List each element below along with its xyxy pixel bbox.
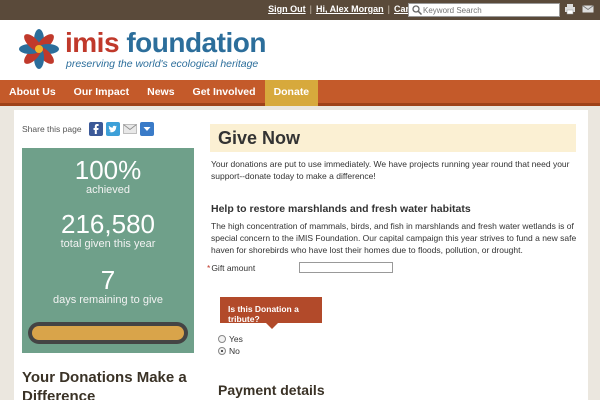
nav-item-news[interactable]: News — [138, 80, 183, 106]
main-nav: About Us Our Impact News Get Involved Do… — [0, 80, 600, 106]
print-icon[interactable] — [564, 3, 576, 15]
percent-label: achieved — [85, 184, 131, 196]
separator: | — [387, 4, 390, 14]
logo-flower-icon[interactable] — [18, 28, 60, 70]
radio-yes[interactable] — [218, 335, 226, 343]
donations-heading: Your Donations Make a Difference — [22, 369, 187, 400]
search-input[interactable] — [423, 5, 553, 15]
share-bar: Share this page — [22, 122, 154, 136]
brand-tagline: preserving the world's ecological herita… — [66, 58, 259, 70]
total-label: total given this year — [60, 238, 156, 250]
gift-amount-label: * Gift amount — [207, 263, 255, 273]
utility-icons — [564, 3, 594, 15]
nav-item-get-involved[interactable]: Get Involved — [184, 80, 265, 106]
share-label: Share this page — [22, 124, 82, 134]
email-icon[interactable] — [122, 122, 137, 136]
radio-no[interactable] — [218, 347, 226, 355]
days-label: days remaining to give — [52, 294, 164, 306]
required-marker: * — [207, 263, 211, 273]
total-stat: 216,580 total given this year — [22, 210, 194, 250]
search-icon[interactable] — [411, 4, 423, 16]
sign-out-link[interactable]: Sign Out — [268, 4, 306, 14]
user-greeting-link[interactable]: Hi, Alex Morgan — [316, 4, 384, 14]
top-utility-bar: Sign Out | Hi, Alex Morgan | Cart — [0, 0, 600, 20]
total-value: 216,580 — [61, 209, 155, 239]
tribute-option-yes[interactable]: Yes — [218, 334, 243, 344]
days-stat: 7 days remaining to give — [22, 266, 194, 306]
tribute-option-no[interactable]: No — [218, 346, 240, 356]
percent-value: 100% — [74, 155, 142, 185]
brand-name[interactable]: imis foundation — [65, 27, 266, 59]
search-box — [408, 3, 560, 17]
gift-amount-text: Gift amount — [211, 263, 256, 273]
radio-no-label: No — [229, 346, 240, 356]
facebook-icon[interactable] — [88, 122, 103, 136]
radio-yes-label: Yes — [229, 334, 243, 344]
more-icon[interactable] — [139, 122, 154, 136]
twitter-icon[interactable] — [105, 122, 120, 136]
progress-fill — [32, 326, 184, 340]
page-title: Give Now — [210, 124, 576, 152]
days-value: 7 — [100, 265, 116, 295]
campaign-heading: Help to restore marshlands and fresh wat… — [211, 203, 471, 215]
percent-stat: 100% achieved — [22, 156, 194, 196]
fundraising-stats: 100% achieved 216,580 total given this y… — [22, 148, 194, 353]
separator: | — [309, 4, 312, 14]
tribute-question-label: Is this Donation a tribute? — [220, 297, 322, 329]
gift-amount-input[interactable] — [299, 262, 393, 273]
campaign-description: The high concentration of mammals, birds… — [211, 221, 577, 255]
site-header: imis foundation preserving the world's e… — [0, 20, 600, 80]
content-panel: Share this page 100% achieved 216,580 to… — [14, 110, 588, 400]
brand-name-part2: foundation — [126, 27, 266, 58]
email-icon[interactable] — [582, 3, 594, 15]
nav-item-about-us[interactable]: About Us — [0, 80, 65, 106]
brand-name-part1: imis — [65, 27, 120, 58]
progress-bar — [28, 322, 188, 344]
nav-item-donate[interactable]: Donate — [264, 80, 319, 106]
payment-heading: Payment details — [218, 382, 325, 398]
intro-text: Your donations are put to use immediatel… — [211, 159, 570, 181]
nav-item-our-impact[interactable]: Our Impact — [65, 80, 138, 106]
